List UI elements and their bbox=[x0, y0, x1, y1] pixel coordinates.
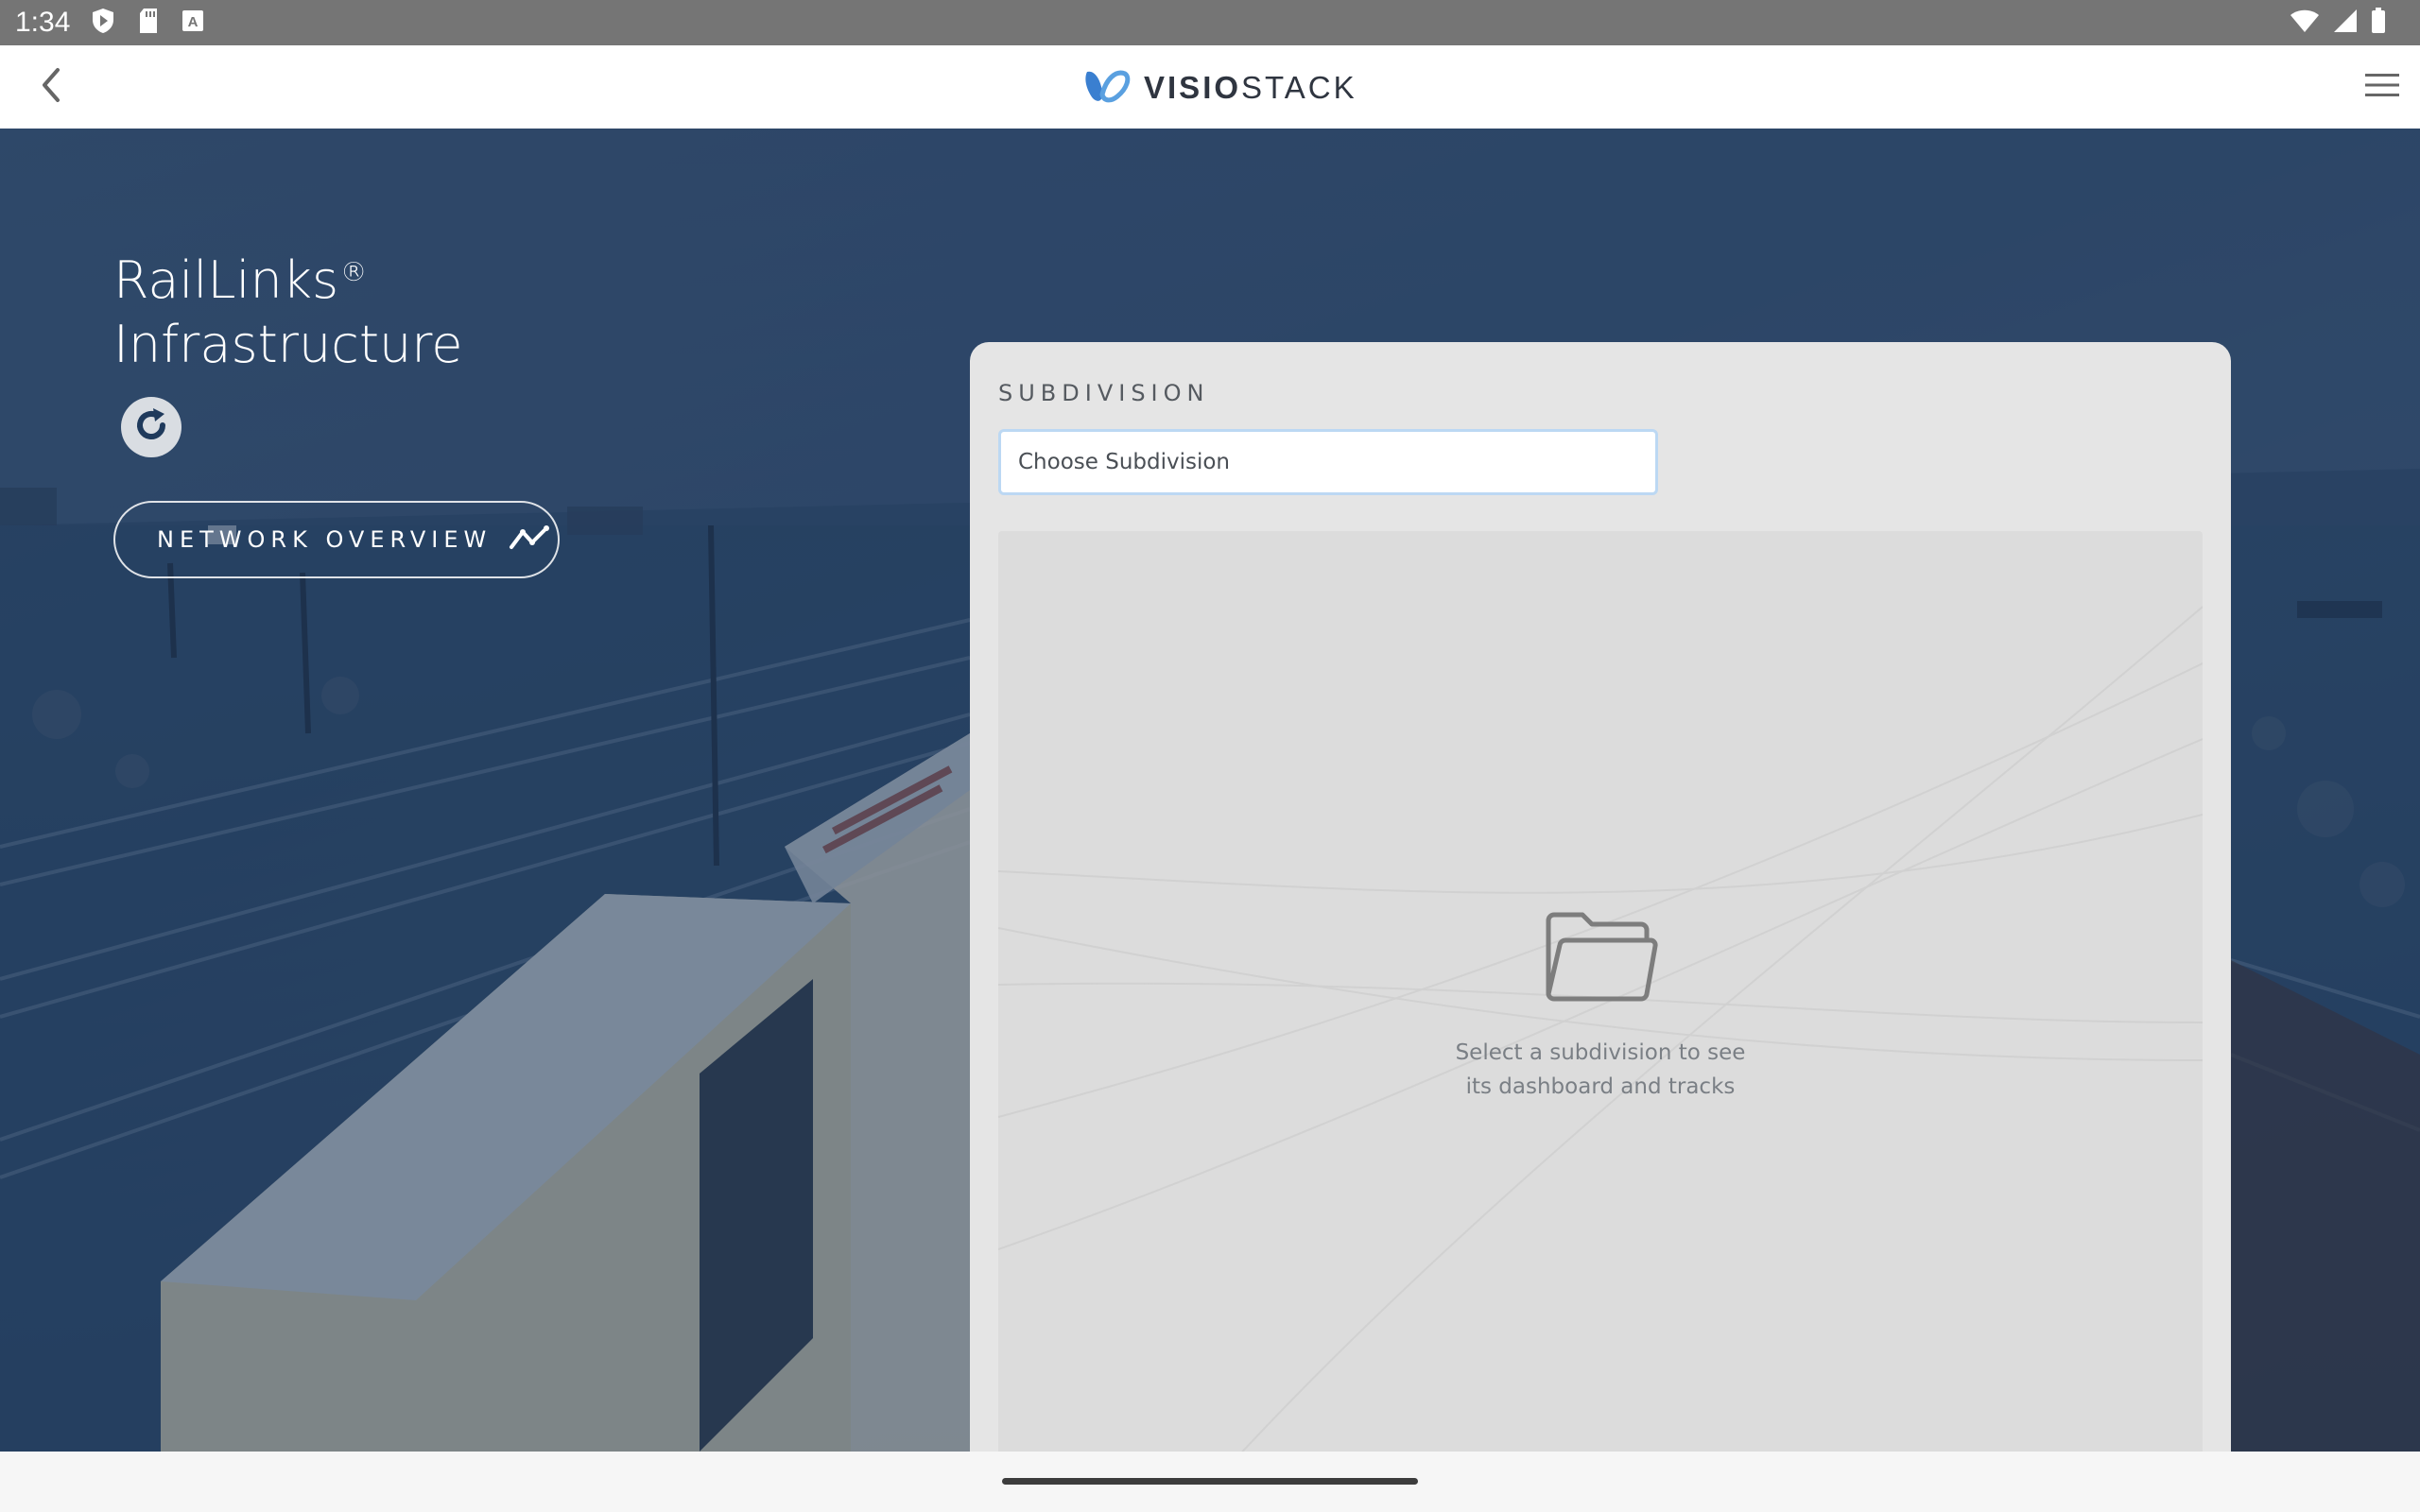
registered-mark: ® bbox=[340, 256, 368, 287]
status-time: 1:34 bbox=[15, 7, 71, 38]
visiostack-logo-icon bbox=[1081, 66, 1131, 110]
brand-wordmark: VISIOSTACK bbox=[1144, 70, 1357, 106]
brand-wordmark-light: STACK bbox=[1241, 70, 1357, 105]
app-bar: VISIOSTACK bbox=[0, 45, 2420, 129]
empty-state-area: Select a subdivision to see its dashboar… bbox=[998, 531, 2203, 1452]
network-overview-label: NETWORK OVERVIEW bbox=[157, 526, 493, 553]
empty-state-message: Select a subdivision to see its dashboar… bbox=[998, 1036, 2203, 1104]
status-right-icons bbox=[2290, 0, 2386, 45]
play-protect-icon bbox=[91, 8, 115, 38]
system-navigation-bar bbox=[0, 1452, 2420, 1512]
home-gesture-handle[interactable] bbox=[1002, 1478, 1418, 1485]
back-arrow-icon bbox=[37, 66, 65, 108]
hamburger-menu-icon bbox=[2365, 73, 2399, 101]
signal-icon bbox=[2333, 9, 2358, 37]
subdivision-panel: SUBDIVISION Select a subd bbox=[970, 342, 2231, 1452]
page-title-line1: RailLinks bbox=[113, 250, 339, 310]
status-left-icons: A bbox=[91, 8, 204, 38]
menu-button[interactable] bbox=[2358, 62, 2407, 112]
trend-line-icon bbox=[509, 524, 552, 556]
brand-logo: VISIOSTACK bbox=[1081, 66, 1357, 110]
page-title-line2: Infrastructure bbox=[113, 315, 463, 374]
subdivision-label: SUBDIVISION bbox=[998, 380, 1210, 406]
status-bar: 1:34 A bbox=[0, 0, 2420, 45]
back-button[interactable] bbox=[28, 64, 74, 110]
wifi-icon bbox=[2290, 9, 2320, 37]
subdivision-select-input[interactable] bbox=[998, 429, 1658, 495]
sd-card-icon bbox=[138, 8, 159, 38]
brand-wordmark-strong: VISIO bbox=[1144, 70, 1242, 105]
empty-state-line1: Select a subdivision to see bbox=[1455, 1040, 1746, 1065]
open-folder-icon bbox=[1543, 907, 1660, 1009]
keyboard-a-icon: A bbox=[182, 9, 204, 36]
hero-section: RailLinks® Infrastructure NETWORK OVERVI… bbox=[0, 129, 2420, 1452]
battery-icon bbox=[2371, 8, 2386, 38]
refresh-icon bbox=[130, 404, 172, 450]
svg-text:A: A bbox=[188, 14, 199, 30]
refresh-button[interactable] bbox=[121, 397, 182, 457]
empty-state-line2: its dashboard and tracks bbox=[1465, 1074, 1736, 1099]
network-overview-button[interactable]: NETWORK OVERVIEW bbox=[113, 501, 560, 578]
page-title: RailLinks® Infrastructure bbox=[113, 240, 463, 377]
